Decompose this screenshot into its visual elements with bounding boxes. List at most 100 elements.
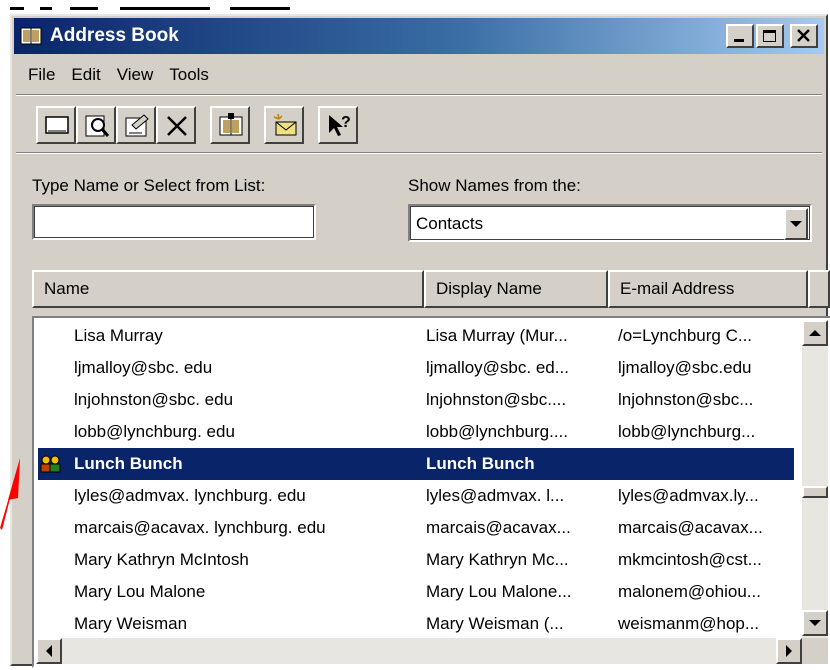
- properties-icon: [125, 114, 149, 137]
- red-annotation-arrow: [0, 458, 20, 530]
- minimize-icon: [734, 39, 744, 42]
- vertical-scrollbar[interactable]: [802, 320, 828, 638]
- row-display-name: Lunch Bunch: [426, 454, 535, 473]
- address-book-icon: [20, 26, 42, 46]
- list-row[interactable]: Mary Kathryn McIntosh Mary Kathryn Mc... m…: [38, 544, 794, 576]
- horizontal-scrollbar[interactable]: [36, 638, 802, 664]
- address-book-button[interactable]: [210, 106, 250, 144]
- find-people-icon: [85, 115, 110, 137]
- whats-this-help-button[interactable]: ?: [318, 106, 358, 144]
- column-header-name[interactable]: Name: [32, 270, 424, 308]
- row-display-name: ljmalloy@sbc. ed...: [426, 358, 569, 377]
- scroll-up-arrow-icon: [809, 330, 821, 336]
- dropdown-button[interactable]: [784, 208, 808, 240]
- row-display-name: lobb@lynchburg....: [426, 422, 569, 441]
- row-email: lnjohnston@sbc...: [618, 390, 754, 409]
- row-email: mkmcintosh@cst...: [618, 550, 762, 569]
- list-header: Name Display Name E-mail Address: [32, 270, 830, 310]
- menu-tools[interactable]: Tools: [161, 62, 217, 88]
- row-email: ljmalloy@sbc.edu: [618, 358, 752, 377]
- new-entry-button[interactable]: [36, 106, 76, 144]
- list-row[interactable]: lyles@admvax. lynchburg. edu lyles@admvax…: [38, 480, 794, 512]
- scroll-down-arrow-icon: [809, 620, 821, 626]
- new-message-icon: [273, 113, 297, 136]
- scroll-left-arrow-icon: [46, 645, 52, 657]
- row-display-name: lnjohnston@sbc....: [426, 390, 567, 409]
- maximize-icon: [763, 30, 776, 42]
- svg-text:?: ?: [341, 114, 351, 131]
- address-book-open-icon: [219, 113, 243, 136]
- chevron-down-icon: [790, 221, 802, 227]
- title-bar[interactable]: Address Book: [14, 18, 824, 54]
- row-name: lyles@admvax. lynchburg. edu: [74, 486, 306, 505]
- list-row[interactable]: ljmalloy@sbc. edu ljmalloy@sbc. ed... ljma…: [38, 352, 794, 384]
- row-email: marcais@acavax...: [618, 518, 763, 537]
- column-header-extra[interactable]: [808, 270, 830, 308]
- column-header-display-name[interactable]: Display Name: [424, 270, 608, 308]
- row-display-name: Lisa Murray (Mur...: [426, 326, 568, 345]
- cropped-window-edge: [10, 0, 300, 10]
- find-people-button[interactable]: [76, 106, 116, 144]
- contacts-list-view: Name Display Name E-mail Address Lisa Mu…: [32, 270, 830, 668]
- list-row[interactable]: lnjohnston@sbc. edu lnjohnston@sbc.... lnj…: [38, 384, 794, 416]
- scroll-thumb[interactable]: [802, 486, 828, 498]
- group-icon: [40, 455, 61, 473]
- list-row[interactable]: lobb@lynchburg. edu lobb@lynchburg.... lob…: [38, 416, 794, 448]
- menu-view[interactable]: View: [109, 62, 162, 88]
- column-header-email[interactable]: E-mail Address: [608, 270, 808, 308]
- contacts-list[interactable]: Lisa Murray Lisa Murray (Mur... /o=Lynchbu…: [32, 316, 830, 668]
- delete-button[interactable]: [156, 106, 196, 144]
- row-name: lobb@lynchburg. edu: [74, 422, 235, 441]
- maximize-button[interactable]: [756, 24, 784, 48]
- list-row[interactable]: Mary Lou Malone Mary Lou Malone... malonem…: [38, 576, 794, 608]
- row-email: lobb@lynchburg...: [618, 422, 756, 441]
- search-input[interactable]: [32, 204, 316, 240]
- row-email: /o=Lynchburg C...: [618, 326, 753, 345]
- scroll-right-button[interactable]: [776, 638, 802, 664]
- row-name: marcais@acavax. lynchburg. edu: [74, 518, 326, 537]
- menu-edit[interactable]: Edit: [63, 62, 108, 88]
- scrollbar-corner: [802, 638, 828, 664]
- scroll-down-button[interactable]: [802, 610, 828, 636]
- menu-file[interactable]: File: [20, 62, 63, 88]
- row-name: ljmalloy@sbc. edu: [74, 358, 213, 377]
- scroll-left-button[interactable]: [36, 638, 62, 664]
- delete-icon: [167, 116, 187, 136]
- row-email: weismanm@hop...: [618, 614, 760, 633]
- list-row[interactable]: Lunch Bunch Lunch Bunch: [38, 448, 794, 480]
- list-row[interactable]: Mary Weisman Mary Weisman (... weismanm@ho…: [38, 608, 794, 640]
- toolbar-separator: [16, 152, 822, 154]
- properties-button[interactable]: [116, 106, 156, 144]
- address-book-window: Address Book File Edit View Tools ? Type…: [10, 14, 830, 668]
- show-names-value: Contacts: [416, 214, 484, 233]
- row-display-name: Mary Kathryn Mc...: [426, 550, 569, 569]
- close-button[interactable]: [790, 24, 818, 48]
- new-message-button[interactable]: [264, 106, 304, 144]
- scroll-up-button[interactable]: [802, 320, 828, 346]
- row-display-name: Mary Lou Malone...: [426, 582, 572, 601]
- row-display-name: lyles@admvax. l...: [426, 486, 565, 505]
- row-name: Lisa Murray: [74, 326, 163, 345]
- row-name: Mary Kathryn McIntosh: [74, 550, 249, 569]
- row-name: Mary Lou Malone: [74, 582, 206, 601]
- search-label: Type Name or Select from List:: [32, 176, 266, 195]
- whats-this-help-icon: ?: [329, 114, 351, 136]
- window-title: Address Book: [50, 25, 179, 46]
- minimize-button[interactable]: [726, 24, 754, 48]
- close-icon: [797, 29, 810, 42]
- menu-separator: [16, 94, 822, 96]
- row-email: lyles@admvax.ly...: [618, 486, 759, 505]
- list-row[interactable]: Lisa Murray Lisa Murray (Mur... /o=Lynchbu…: [38, 320, 794, 352]
- scroll-right-arrow-icon: [786, 645, 792, 657]
- show-names-select[interactable]: Contacts: [408, 204, 812, 242]
- row-email: malonem@ohiou...: [618, 582, 761, 601]
- new-entry-icon: [45, 116, 69, 134]
- row-display-name: marcais@acavax...: [426, 518, 571, 537]
- row-name: lnjohnston@sbc. edu: [74, 390, 234, 409]
- menu-bar: File Edit View Tools: [20, 62, 217, 88]
- list-row[interactable]: marcais@acavax. lynchburg. edu marcais@ac…: [38, 512, 794, 544]
- row-display-name: Mary Weisman (...: [426, 614, 564, 633]
- row-name: Mary Weisman: [74, 614, 188, 633]
- show-names-label: Show Names from the:: [408, 176, 581, 195]
- row-name: Lunch Bunch: [74, 454, 183, 473]
